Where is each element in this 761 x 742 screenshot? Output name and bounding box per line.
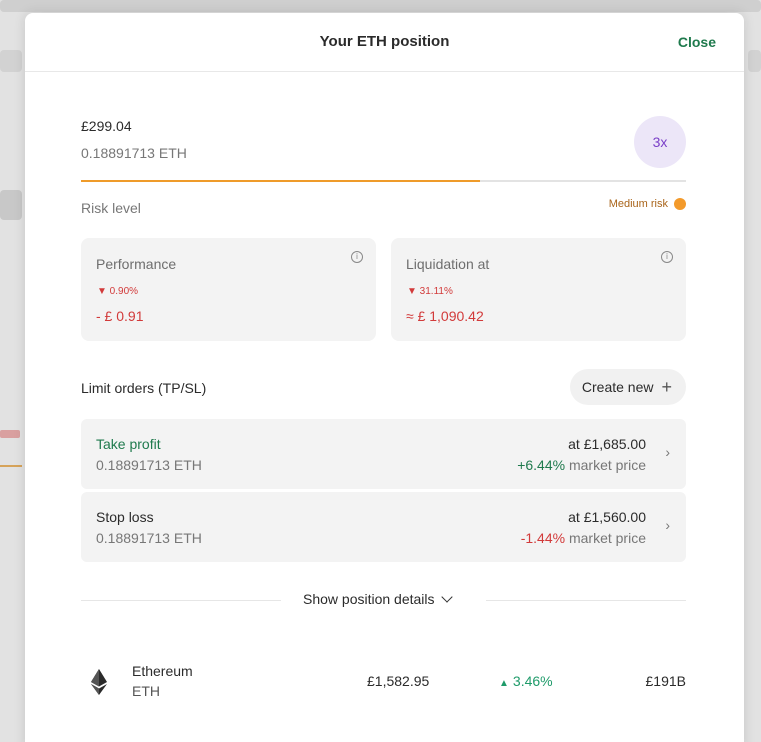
asset-name: Ethereum <box>132 663 193 679</box>
background-heading <box>0 190 22 220</box>
stop-loss-order[interactable]: Stop loss 0.18891713 ETH at £1,560.00 -1… <box>81 492 686 562</box>
order-price: at £1,560.00 <box>568 509 646 525</box>
asset-market-cap: £191B <box>645 673 686 689</box>
risk-dot-icon <box>674 198 686 210</box>
risk-bar-fill <box>81 180 481 182</box>
performance-card: Performance i ▼ 0.90% - £ 0.91 <box>81 238 376 341</box>
position-value: £299.04 <box>81 118 132 134</box>
liquidation-title: Liquidation at <box>406 256 490 272</box>
asset-row-ethereum[interactable]: Ethereum ETH £1,582.95 ▲ 3.46% £191B <box>81 657 686 707</box>
order-amount: 0.18891713 ETH <box>96 457 202 473</box>
background-red-value <box>0 430 20 438</box>
chevron-right-icon: › <box>665 517 670 533</box>
show-position-details-button[interactable]: Show position details <box>303 591 453 607</box>
order-pct-suffix: market price <box>565 457 646 473</box>
order-pct: -1.44% <box>520 530 566 546</box>
plus-icon: + <box>661 377 672 397</box>
performance-pct: ▼ 0.90% <box>97 286 139 297</box>
info-icon[interactable]: i <box>661 251 673 263</box>
divider <box>81 600 281 601</box>
order-pct-suffix: market price <box>565 530 646 546</box>
background-search <box>748 50 761 72</box>
risk-level-label: Risk level <box>81 200 141 216</box>
performance-value: - £ 0.91 <box>96 308 144 324</box>
background-banner <box>0 0 761 12</box>
order-name: Stop loss <box>96 509 154 525</box>
background-nav <box>0 50 22 72</box>
background-progress <box>0 465 22 467</box>
show-position-details-label: Show position details <box>303 591 435 607</box>
risk-badge: Medium risk <box>609 198 686 210</box>
order-price: at £1,685.00 <box>568 436 646 452</box>
eth-position-modal: Your ETH position Close £299.04 0.188917… <box>25 13 744 742</box>
order-pct: +6.44% <box>517 457 566 473</box>
position-amount-eth: 0.18891713 ETH <box>81 145 187 161</box>
order-market-change: -1.44% market price <box>521 530 646 546</box>
liquidation-value: ≈ £ 1,090.42 <box>406 308 484 324</box>
leverage-badge: 3x <box>634 116 686 168</box>
asset-price: £1,582.95 <box>367 673 430 689</box>
asset-ticker: ETH <box>132 683 160 699</box>
order-name: Take profit <box>96 436 161 452</box>
divider <box>486 600 686 601</box>
liquidation-card: Liquidation at i ▼ 31.11% ≈ £ 1,090.42 <box>391 238 686 341</box>
modal-header: Your ETH position Close <box>25 13 744 72</box>
info-icon[interactable]: i <box>351 251 363 263</box>
order-market-change: +6.44% market price <box>517 457 646 473</box>
create-new-button[interactable]: Create new + <box>569 369 686 405</box>
asset-change: ▲ 3.46% <box>499 673 553 689</box>
risk-bar <box>81 180 686 182</box>
position-details-toggle-row: Show position details <box>81 590 686 610</box>
triangle-up-icon: ▲ <box>499 678 509 689</box>
chevron-down-icon <box>440 591 453 603</box>
risk-badge-label: Medium risk <box>608 198 668 210</box>
performance-title: Performance <box>96 256 177 272</box>
close-button[interactable]: Close <box>678 34 716 50</box>
ethereum-icon <box>91 669 107 695</box>
asset-change-value: 3.46% <box>512 673 553 689</box>
modal-title: Your ETH position <box>319 33 450 50</box>
liquidation-pct: ▼ 31.11% <box>407 286 453 297</box>
take-profit-order[interactable]: Take profit 0.18891713 ETH at £1,685.00 … <box>81 419 686 489</box>
order-amount: 0.18891713 ETH <box>96 530 202 546</box>
chevron-right-icon: › <box>665 444 670 460</box>
limit-orders-title: Limit orders (TP/SL) <box>81 380 207 396</box>
create-new-label: Create new <box>581 379 654 395</box>
